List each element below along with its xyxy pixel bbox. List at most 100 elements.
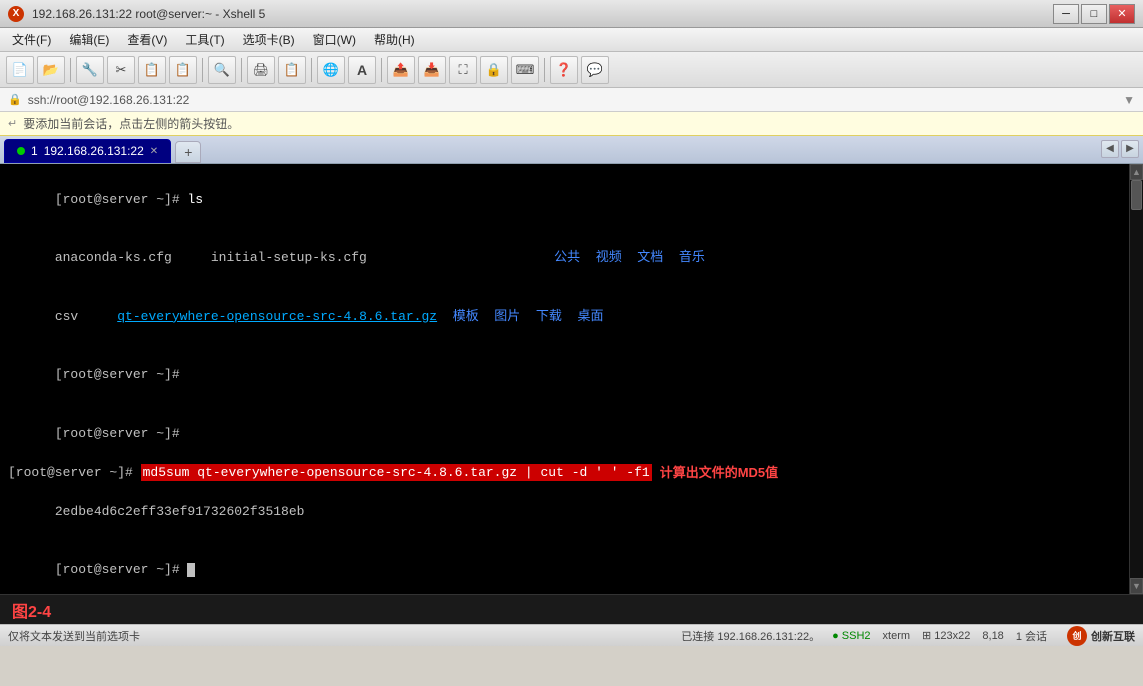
brand-logo: 创 创新互联 [1067,626,1135,646]
terminal-line-7: 2edbe4d6c2eff33ef91732602f3518eb [8,482,1121,541]
minimize-button[interactable]: ─ [1053,4,1079,24]
tab-bar: 1 192.168.26.131:22 ✕ + ◀ ▶ [0,136,1143,164]
tab-status-dot [17,147,25,155]
toolbar-print2[interactable]: 📋 [278,56,306,84]
tab-nav-right[interactable]: ▶ [1121,140,1139,158]
terminal[interactable]: [root@server ~]# ls anaconda-ks.cfg init… [0,164,1129,594]
toolbar-sep-2 [202,58,203,82]
toolbar-paste[interactable]: 📋 [169,56,197,84]
toolbar-copy[interactable]: 📋 [138,56,166,84]
cursor-block [187,563,195,577]
menu-bar: 文件(F) 编辑(E) 查看(V) 工具(T) 选项卡(B) 窗口(W) 帮助(… [0,28,1143,52]
ls-col-1: anaconda-ks.cfg initial-setup-ks.cfg [55,250,554,265]
app-icon: X [8,6,24,22]
toolbar-sep-6 [544,58,545,82]
annotation-md5: 计算出文件的MD5值 [660,463,778,483]
title-bar: X 192.168.26.131:22 root@server:~ - Xshe… [0,0,1143,28]
prompt-final: [root@server ~]# [55,562,188,577]
close-button[interactable]: ✕ [1109,4,1135,24]
brand-icon: 创 [1067,626,1087,646]
scroll-down-button[interactable]: ▼ [1130,578,1143,594]
maximize-button[interactable]: □ [1081,4,1107,24]
terminal-line-6: [root@server ~]# md5sum qt-everywhere-op… [8,463,1121,483]
new-tab-button[interactable]: + [175,141,201,163]
ls-col-cn1: 公共 视频 文档 音乐 [554,250,705,265]
scroll-thumb[interactable] [1131,180,1142,210]
info-text: 要添加当前会话，点击左侧的箭头按钮。 [23,115,239,132]
toolbar-sep-1 [70,58,71,82]
address-lock-icon: 🔒 [8,93,22,106]
status-send-text: 仅将文本发送到当前选项卡 [8,628,140,644]
figure-caption: 图2-4 [12,598,51,622]
menu-edit[interactable]: 编辑(E) [61,29,117,50]
terminal-line-3: csv qt-everywhere-opensource-src-4.8.6.t… [8,287,1121,346]
info-bar: ↵ 要添加当前会话，点击左侧的箭头按钮。 [0,112,1143,136]
toolbar-sep-4 [311,58,312,82]
prompt-md5: [root@server ~]# [8,465,141,480]
tab-nav: ◀ ▶ [1101,140,1139,160]
toolbar-properties[interactable]: 🔧 [76,56,104,84]
tab-ip: 192.168.26.131:22 [44,144,144,158]
status-size: ⊞ 123x22 [922,629,970,642]
toolbar-font[interactable]: A [348,56,376,84]
address-dropdown-icon[interactable]: ▼ [1123,93,1135,107]
session-tab-1[interactable]: 1 192.168.26.131:22 ✕ [4,139,171,163]
cmd-ls: ls [187,192,203,207]
ls-spacer [437,309,453,324]
tab-number: 1 [31,144,38,158]
info-arrow-icon: ↵ [8,117,17,130]
figure-label-bar: 图2-4 [0,594,1143,624]
ls-qt-link: qt-everywhere-opensource-src-4.8.6.tar.g… [117,309,437,324]
cmd-md5sum-highlight: md5sum qt-everywhere-opensource-src-4.8.… [141,464,652,481]
terminal-line-5: [root@server ~]# [8,404,1121,463]
terminal-line-8: [root@server ~]# [8,541,1121,595]
window-controls: ─ □ ✕ [1053,4,1135,24]
terminal-line-1: [root@server ~]# ls [8,170,1121,229]
toolbar-kbd[interactable]: ⌨ [511,56,539,84]
tab-close-button[interactable]: ✕ [150,146,158,157]
toolbar-print[interactable]: 🖨 [247,56,275,84]
scroll-track [1130,180,1143,578]
status-right: 已连接 192.168.26.131:22。 ● SSH2 xterm ⊞ 12… [681,626,1135,646]
title-bar-left: X 192.168.26.131:22 root@server:~ - Xshe… [8,6,265,22]
status-sessions: 1 会话 [1016,628,1047,644]
ls-csv: csv [55,309,117,324]
toolbar-transfer[interactable]: 📤 [387,56,415,84]
prompt-1: [root@server ~]# [55,192,188,207]
toolbar-new[interactable]: 📄 [6,56,34,84]
address-text: ssh://root@192.168.26.131:22 [28,93,190,107]
toolbar-lock[interactable]: 🔒 [480,56,508,84]
toolbar-help[interactable]: ❓ [550,56,578,84]
toolbar-chat[interactable]: 💬 [581,56,609,84]
menu-help[interactable]: 帮助(H) [366,29,423,50]
menu-tabs[interactable]: 选项卡(B) [235,29,303,50]
menu-file[interactable]: 文件(F) [4,29,59,50]
terminal-scrollbar[interactable]: ▲ ▼ [1129,164,1143,594]
toolbar-globe[interactable]: 🌐 [317,56,345,84]
toolbar-find[interactable]: 🔍 [208,56,236,84]
scroll-up-button[interactable]: ▲ [1130,164,1143,180]
status-protocol: ● SSH2 [832,630,870,642]
toolbar-sep-5 [381,58,382,82]
terminal-line-4: [root@server ~]# [8,346,1121,405]
toolbar-expand[interactable]: ⛶ [449,56,477,84]
toolbar-transfer2[interactable]: 📥 [418,56,446,84]
menu-view[interactable]: 查看(V) [119,29,175,50]
toolbar-open[interactable]: 📂 [37,56,65,84]
md5-result: 2edbe4d6c2eff33ef91732602f3518eb [55,504,305,519]
status-connection: 已连接 192.168.26.131:22。 [681,628,820,644]
prompt-blank-1: [root@server ~]# [55,367,180,382]
status-position: 8,18 [982,630,1003,642]
terminal-wrapper: [root@server ~]# ls anaconda-ks.cfg init… [0,164,1143,594]
toolbar-sep-3 [241,58,242,82]
status-terminal: xterm [883,630,911,642]
terminal-line-2: anaconda-ks.cfg initial-setup-ks.cfg 公共 … [8,229,1121,288]
toolbar-cut[interactable]: ✂ [107,56,135,84]
status-bar: 仅将文本发送到当前选项卡 已连接 192.168.26.131:22。 ● SS… [0,624,1143,646]
window-title: 192.168.26.131:22 root@server:~ - Xshell… [32,7,265,21]
toolbar: 📄 📂 🔧 ✂ 📋 📋 🔍 🖨 📋 🌐 A 📤 📥 ⛶ 🔒 ⌨ ❓ 💬 [0,52,1143,88]
menu-window[interactable]: 窗口(W) [305,29,364,50]
tab-nav-left[interactable]: ◀ [1101,140,1119,158]
menu-tools[interactable]: 工具(T) [177,29,232,50]
prompt-blank-2: [root@server ~]# [55,426,180,441]
